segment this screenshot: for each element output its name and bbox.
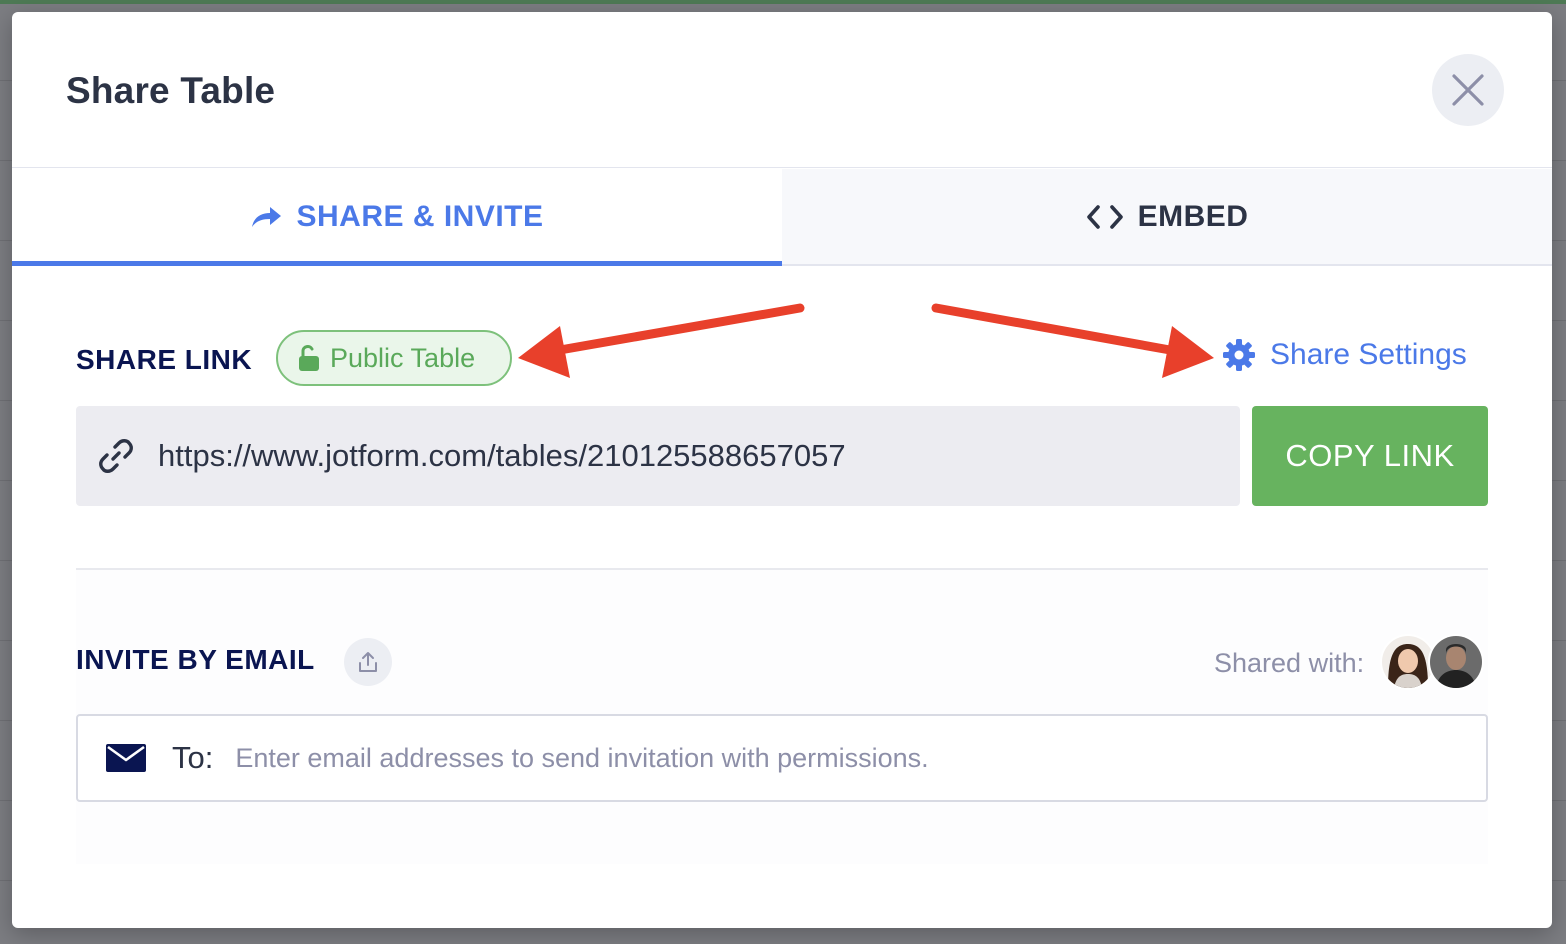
modal-title: Share Table [66,70,276,111]
app-topbar [0,0,1566,4]
shared-with-label: Shared with: [1214,648,1365,678]
share-settings-link[interactable]: Share Settings [1222,338,1467,372]
public-table-label: Public Table [330,342,476,373]
tab-share-invite[interactable]: SHARE & INVITE [12,169,782,266]
close-button[interactable] [1432,54,1504,126]
public-table-badge[interactable]: Public Table [276,330,512,386]
share-settings-label: Share Settings [1270,338,1467,371]
tab-embed[interactable]: EMBED [782,169,1552,264]
tab-share-invite-label: SHARE & INVITE [296,199,544,233]
close-icon [1451,73,1485,107]
email-input[interactable] [233,741,1338,775]
email-invite-field[interactable]: To: [76,714,1488,802]
avatar[interactable] [1428,634,1484,690]
share-link-heading: SHARE LINK [76,344,253,375]
share-arrow-icon [250,205,282,229]
share-url-field[interactable]: https://www.jotform.com/tables/210125588… [76,406,1240,506]
upload-button[interactable] [344,638,392,686]
code-icon [1086,204,1124,230]
invite-by-email-heading: INVITE BY EMAIL [76,644,315,675]
link-icon [98,438,134,474]
modal-header: Share Table [12,12,1552,168]
gear-icon [1222,338,1256,372]
tab-embed-label: EMBED [1137,199,1249,233]
unlock-icon [298,344,320,372]
to-label: To: [172,740,214,775]
upload-icon [356,650,380,674]
envelope-icon [106,744,146,772]
tab-bar: SHARE & INVITE EMBED [12,169,1552,266]
copy-link-button[interactable]: COPY LINK [1252,406,1488,506]
share-url-text: https://www.jotform.com/tables/210125588… [158,438,846,473]
share-table-modal: Share Table SHARE & INVITE EMBED SHARE L… [12,12,1552,928]
